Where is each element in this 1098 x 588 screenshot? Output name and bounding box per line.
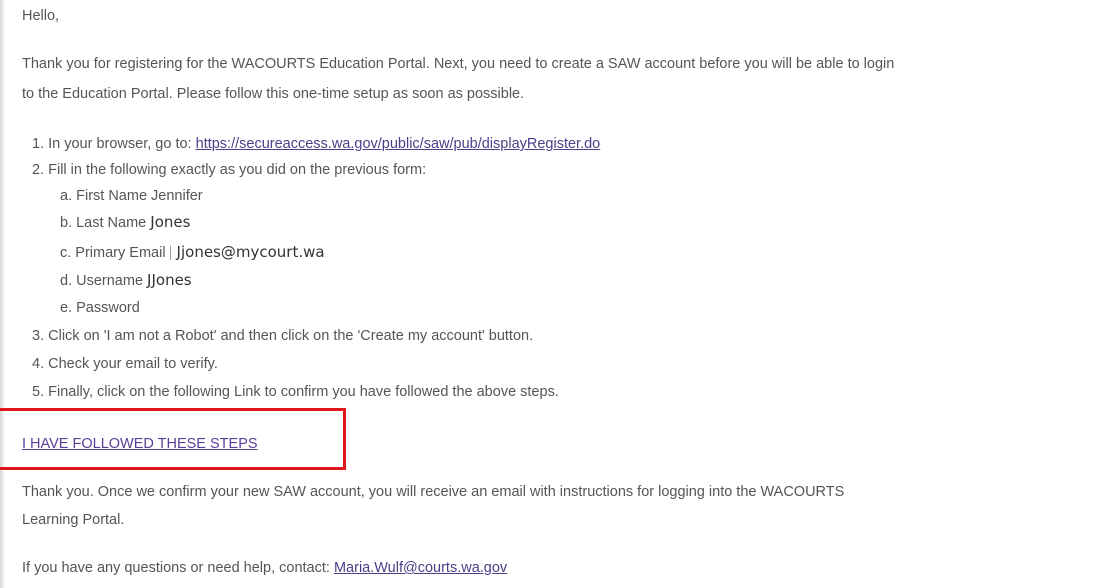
intro-line-2: to the Education Portal. Please follow t… [22,86,525,102]
sub-step-password: e. Password [60,300,140,316]
first-name-label: a. First Name [60,188,152,204]
step-3: 3. Click on 'I am not a Robot' and then … [32,328,534,344]
username-value: JJones [147,271,192,289]
email-body: Hello, Thank you for registering for the… [0,0,1098,588]
sub-step-username: d. Username JJones [60,270,192,291]
last-name-value: Jones [150,213,191,231]
saw-register-link[interactable]: https://secureaccess.wa.gov/public/saw/p… [196,136,601,152]
intro-line-1: Thank you for registering for the WACOUR… [22,56,895,72]
primary-email-value: Jjones@mycourt.wa [176,243,325,261]
step-4: 4. Check your email to verify. [32,356,218,372]
first-name-value: Jennifer [151,188,203,204]
primary-email-label: c. Primary Email [60,245,166,261]
last-name-label: b. Last Name [60,215,151,231]
sub-step-primary-email: c. Primary Email Jjones@mycourt.wa [60,242,325,263]
contact-email-link[interactable]: Maria.Wulf@courts.wa.gov [334,560,507,576]
left-border [0,0,4,588]
step-2: 2. Fill in the following exactly as you … [32,162,427,178]
confirm-steps-link[interactable]: I HAVE FOLLOWED THESE STEPS [22,434,258,454]
step-1-text: 1. In your browser, go to: [32,136,196,152]
text-cursor-icon [169,246,171,261]
contact-line: If you have any questions or need help, … [22,558,507,578]
username-label: d. Username [60,273,148,289]
sub-step-last-name: b. Last Name Jones [60,212,190,233]
greeting: Hello, [22,8,60,24]
sub-step-first-name: a. First Name Jennifer [60,186,203,206]
thanks-line-2: Learning Portal. [22,512,125,528]
step-1: 1. In your browser, go to: https://secur… [32,134,600,154]
contact-text: If you have any questions or need help, … [22,560,334,576]
step-5: 5. Finally, click on the following Link … [32,384,559,400]
thanks-line-1: Thank you. Once we confirm your new SAW … [22,484,845,500]
